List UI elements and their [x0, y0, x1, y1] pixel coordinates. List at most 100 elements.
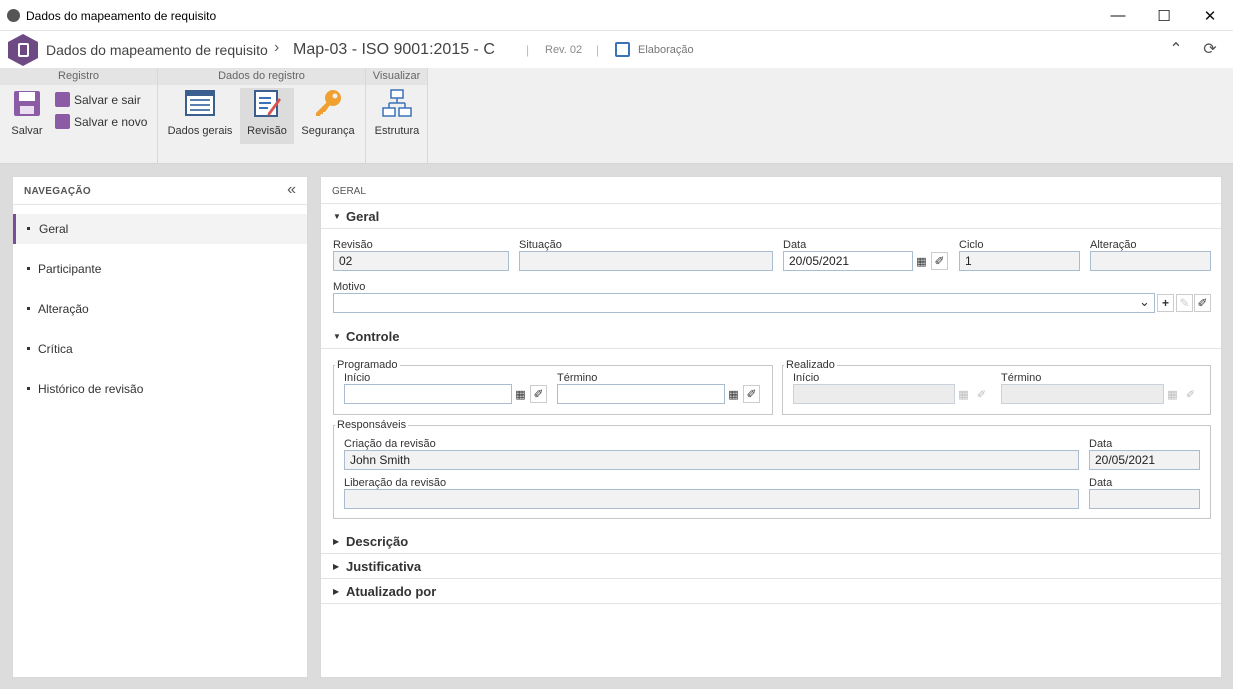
content-panel: GERAL ▼ Geral Revisão 02 Situação Data 2… [320, 176, 1222, 678]
clear-date-icon[interactable]: ✐ [931, 252, 948, 270]
calendar-icon: ▦ [958, 388, 969, 401]
header-divider: | [526, 43, 530, 57]
realizado-inicio-label: Início [793, 372, 820, 384]
section-justificativa[interactable]: ▶ Justificativa [321, 555, 1221, 579]
ribbon-group-title: Visualizar [366, 68, 427, 85]
collapsed-arrow-icon: ▶ [333, 562, 340, 571]
hierarchy-icon [382, 89, 412, 117]
section-controle[interactable]: ▼ Controle [321, 325, 1221, 349]
section-geral[interactable]: ▼ Geral [321, 205, 1221, 229]
save-new-icon [55, 114, 70, 129]
security-button[interactable]: Segurança [298, 88, 358, 144]
breadcrumb-parent: Dados do mapeamento de requisito [46, 42, 268, 58]
situacao-field[interactable] [519, 251, 773, 271]
refresh-button[interactable]: ⟳ [1200, 39, 1220, 59]
revisao-field[interactable]: 02 [333, 251, 509, 271]
content-header: GERAL [321, 177, 1221, 204]
header-divider: | [596, 43, 600, 57]
nav-item-participante[interactable]: Participante [13, 254, 307, 284]
clear-date-icon[interactable]: ✐ [743, 385, 760, 403]
window-title: Dados do mapeamento de requisito [26, 9, 217, 23]
realizado-inicio-field [793, 384, 955, 404]
bullet-icon [27, 347, 30, 350]
clear-date-icon: ✐ [976, 388, 987, 401]
bullet-icon [27, 267, 30, 270]
section-atualizado-por[interactable]: ▶ Atualizado por [321, 580, 1221, 604]
alteracao-label: Alteração [1090, 239, 1137, 251]
ribbon-toolbar: Registro Dados do registro Visualizar Sa… [0, 68, 1233, 164]
nav-item-alteracao[interactable]: Alteração [13, 294, 307, 324]
nav-item-label: Alteração [38, 302, 89, 316]
liberacao-revisao-field[interactable] [344, 489, 1079, 509]
nav-item-geral[interactable]: Geral [13, 214, 307, 244]
revision-edit-icon [254, 90, 281, 117]
criacao-revisao-label: Criação da revisão [344, 438, 436, 450]
save-label: Salvar [11, 125, 43, 137]
expanded-arrow-icon: ▼ [333, 212, 341, 221]
key-icon [316, 90, 341, 116]
add-icon[interactable]: + [1157, 294, 1174, 312]
section-title: Atualizado por [346, 584, 437, 599]
nav-item-label: Histórico de revisão [38, 382, 144, 396]
bullet-icon [27, 307, 30, 310]
data-label: Data [783, 239, 807, 251]
section-title: Controle [346, 329, 400, 344]
nav-item-historico-revisao[interactable]: Histórico de revisão [13, 374, 307, 404]
save-exit-button[interactable]: Salvar e sair [55, 92, 141, 107]
clear-icon[interactable]: ✐ [1194, 294, 1211, 312]
general-data-button[interactable]: Dados gerais [164, 88, 236, 144]
form-list-icon [185, 90, 215, 116]
chevron-down-icon[interactable]: ⌄ [1139, 294, 1150, 310]
save-exit-label: Salvar e sair [74, 92, 141, 107]
nav-item-label: Geral [39, 222, 69, 236]
motivo-select[interactable] [333, 293, 1155, 313]
situacao-label: Situação [519, 239, 562, 251]
revision-button[interactable]: Revisão [240, 88, 294, 144]
security-label: Segurança [301, 125, 355, 137]
pencil-icon: ✎ [1176, 294, 1193, 312]
minimize-button[interactable]: — [1095, 0, 1141, 31]
realizado-termino-label: Término [1001, 372, 1042, 384]
close-button[interactable]: ✕ [1187, 0, 1233, 31]
clear-date-icon[interactable]: ✐ [530, 385, 547, 403]
structure-label: Estrutura [374, 125, 420, 137]
ciclo-field[interactable]: 1 [959, 251, 1080, 271]
section-title: Descrição [346, 534, 409, 549]
stage-label: Elaboração [638, 44, 694, 56]
window-titlebar: Dados do mapeamento de requisito — ☐ ✕ [0, 0, 1233, 31]
collapse-nav-icon[interactable]: « [287, 181, 296, 199]
motivo-label: Motivo [333, 281, 366, 293]
liberacao-data-field[interactable] [1089, 489, 1200, 509]
save-new-button[interactable]: Salvar e novo [55, 114, 147, 129]
programado-inicio-field[interactable] [344, 384, 512, 404]
floppy-disk-icon [14, 91, 40, 116]
criacao-data-label: Data [1089, 438, 1113, 450]
nav-item-label: Crítica [38, 342, 73, 356]
bullet-icon [27, 387, 30, 390]
section-descricao[interactable]: ▶ Descrição [321, 530, 1221, 554]
calendar-icon[interactable]: ▦ [512, 385, 529, 403]
general-data-label: Dados gerais [167, 125, 233, 137]
criacao-data-field[interactable]: 20/05/2021 [1089, 450, 1200, 470]
maximize-button[interactable]: ☐ [1141, 0, 1187, 31]
clear-date-icon: ✐ [1185, 388, 1196, 401]
liberacao-data-label: Data [1089, 477, 1113, 489]
ribbon-group-title: Dados do registro [158, 68, 365, 85]
collapse-header-button[interactable]: ⌃ [1166, 39, 1186, 59]
save-button[interactable]: Salvar [6, 88, 48, 144]
nav-item-critica[interactable]: Crítica [13, 334, 307, 364]
revision-label: Revisão [247, 125, 287, 137]
alteracao-field[interactable] [1090, 251, 1211, 271]
bullet-icon [27, 227, 30, 230]
criacao-revisao-field[interactable]: John Smith [344, 450, 1079, 470]
calendar-icon[interactable]: ▦ [913, 252, 930, 270]
structure-button[interactable]: Estrutura [370, 88, 424, 144]
save-exit-icon [55, 92, 70, 107]
realizado-legend: Realizado [784, 359, 837, 371]
calendar-icon[interactable]: ▦ [725, 385, 742, 403]
programado-termino-field[interactable] [557, 384, 725, 404]
data-field[interactable]: 20/05/2021 [783, 251, 913, 271]
collapsed-arrow-icon: ▶ [333, 537, 340, 546]
ribbon-group-title: Registro [0, 68, 157, 85]
calendar-icon: ▦ [1167, 388, 1178, 401]
